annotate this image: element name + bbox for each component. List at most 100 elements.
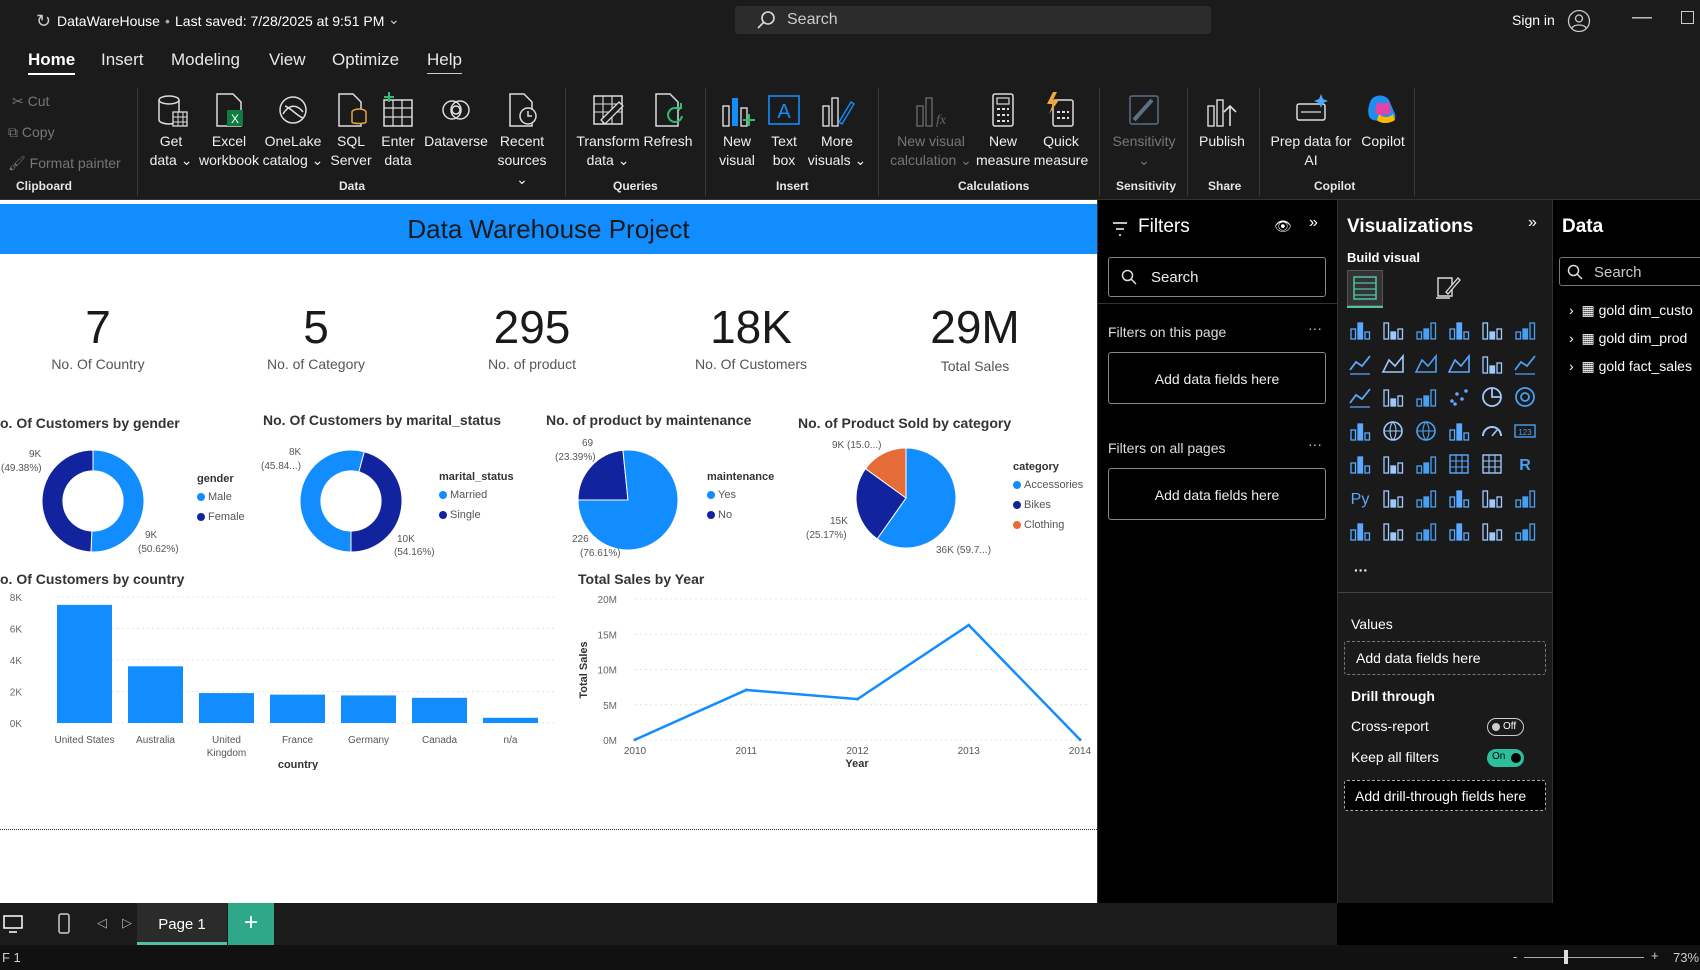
stacked-bar-visual-icon[interactable] [1348, 318, 1372, 342]
tab-modeling[interactable]: Modeling [171, 50, 240, 70]
scatter-visual-icon[interactable] [1447, 385, 1471, 409]
new-measure-button[interactable]: New measure [976, 92, 1030, 170]
file-name[interactable]: DataWareHouse [57, 13, 160, 29]
bar-germany[interactable] [341, 695, 396, 723]
python-visual-icon[interactable]: Py [1348, 486, 1372, 510]
zoom-out-icon[interactable]: - [1513, 949, 1517, 964]
cut-button[interactable]: ✂ Cut [12, 93, 49, 110]
bar-australia[interactable] [128, 666, 183, 723]
data-point-2013[interactable] [967, 623, 971, 627]
decomposition-visual-icon[interactable] [1414, 486, 1438, 510]
bar-chart-country[interactable]: 0K 2K 4K 6K 8K United States Australia United Ki… [0, 590, 580, 770]
data-search-input[interactable]: Search [1559, 257, 1700, 286]
refresh-button[interactable]: Refresh [642, 92, 694, 151]
data-point-2014[interactable] [1078, 738, 1082, 742]
donut-visual-icon[interactable] [1513, 385, 1537, 409]
copy-button[interactable]: ⧉ Copy [8, 124, 55, 141]
onelake-catalog-button[interactable]: OneLake catalog ⌄ [262, 92, 324, 170]
copilot-button[interactable]: Copilot [1357, 92, 1409, 151]
slicer-visual-icon[interactable] [1414, 452, 1438, 476]
data-table-fact-sales[interactable]: › ▦ gold fact_sales [1569, 358, 1692, 375]
desktop-view-icon[interactable] [2, 913, 24, 935]
ribbon-visual-icon[interactable] [1447, 352, 1471, 376]
format-visual-tab[interactable] [1430, 270, 1466, 306]
maximize-icon[interactable] [1681, 11, 1694, 24]
zoom-in-icon[interactable]: + [1651, 948, 1659, 963]
more-options-icon[interactable]: ··· [1308, 436, 1322, 452]
legend-category[interactable]: category Accessories Bikes Clothing [1013, 461, 1083, 539]
drill-through-drop-zone[interactable]: Add drill-through fields here [1344, 780, 1546, 811]
donut-chart-marital-status[interactable] [300, 450, 402, 552]
tab-insert[interactable]: Insert [101, 50, 144, 70]
build-visual-tab[interactable] [1347, 270, 1383, 306]
trophy-visual-icon[interactable] [1513, 486, 1537, 510]
previous-page-icon[interactable]: ◁ [97, 915, 107, 931]
legend-item-bikes[interactable]: Bikes [1013, 499, 1083, 511]
page-tab-page-1[interactable]: Page 1 [137, 903, 227, 945]
quick-measure-button[interactable]: Quick measure [1032, 92, 1090, 170]
metrics-visual-icon[interactable] [1447, 519, 1471, 543]
waterfall-visual-icon[interactable] [1480, 352, 1504, 376]
zoom-slider[interactable] [1524, 957, 1644, 958]
filters-all-drop-zone[interactable]: Add data fields here [1108, 468, 1326, 520]
get-data-button[interactable]: Get data ⌄ [145, 92, 197, 170]
clustered-bar-visual-icon[interactable] [1414, 318, 1438, 342]
recent-sources-button[interactable]: Recent sources ⌄ [490, 92, 554, 189]
text-box-button[interactable]: A Text box [762, 92, 806, 170]
pie-chart-maintenance[interactable] [578, 450, 678, 550]
card-visual-icon[interactable]: 123 [1513, 419, 1537, 443]
legend-gender[interactable]: gender Male Female [197, 473, 245, 531]
diamond-visual-icon[interactable] [1480, 519, 1504, 543]
line-visual-icon[interactable] [1348, 352, 1372, 376]
legend-item-clothing[interactable]: Clothing [1013, 519, 1083, 531]
avatar-icon[interactable] [1567, 9, 1591, 33]
table-visual-icon[interactable] [1447, 452, 1471, 476]
legend-item-married[interactable]: Married [439, 489, 514, 501]
pie-visual-icon[interactable] [1480, 385, 1504, 409]
legend-marital-status[interactable]: marital_status Married Single [439, 471, 514, 529]
format-painter-button[interactable]: 🖌 Format painter [8, 155, 121, 172]
data-point-2010[interactable] [633, 738, 637, 742]
kpi-card-total-sales[interactable]: 29M Total Sales [875, 300, 1075, 374]
prep-data-for-ai-button[interactable]: Prep data for AI [1265, 92, 1357, 170]
pie-chart-category[interactable] [856, 448, 956, 548]
chevron-right-icon[interactable]: › [1569, 330, 1574, 346]
chevron-right-icon[interactable]: › [1569, 302, 1574, 318]
series-line-total-sales[interactable] [634, 623, 1081, 741]
new-visual-calculation-button[interactable]: fx New visual calculation ⌄ [886, 92, 976, 170]
qa-visual-icon[interactable] [1447, 486, 1471, 510]
minimize-icon[interactable]: — [1632, 6, 1652, 29]
legend-item-male[interactable]: Male [197, 491, 245, 503]
search-input[interactable]: Search [735, 6, 1211, 34]
tab-home[interactable]: Home [28, 50, 76, 75]
enter-data-button[interactable]: Enter data [374, 92, 422, 170]
chevron-visual-icon[interactable] [1513, 519, 1537, 543]
excel-workbook-button[interactable]: X Excel workbook [196, 92, 262, 170]
legend-item-single[interactable]: Single [439, 509, 514, 521]
eye-icon[interactable]: 👁 [1274, 218, 1292, 235]
dataverse-button[interactable]: Dataverse [422, 92, 490, 151]
keep-all-filters-toggle[interactable]: On [1487, 749, 1524, 767]
cross-report-toggle[interactable]: Off [1487, 718, 1524, 736]
treemap-visual-icon[interactable] [1348, 419, 1372, 443]
matrix-visual-icon[interactable] [1480, 452, 1504, 476]
kpi-card-category[interactable]: 5 No. of Category [216, 300, 416, 372]
multi-row-card-visual-icon[interactable] [1348, 452, 1372, 476]
add-page-button[interactable]: + [228, 903, 274, 945]
100-bar-visual-icon[interactable] [1480, 318, 1504, 342]
filled-map-visual-icon[interactable] [1414, 419, 1438, 443]
sign-in-link[interactable]: Sign in [1512, 12, 1555, 28]
bar-n-a[interactable] [483, 717, 538, 723]
legend-item-female[interactable]: Female [197, 511, 245, 523]
area-visual-icon[interactable] [1381, 352, 1405, 376]
100-column-visual-icon[interactable] [1513, 318, 1537, 342]
sql-server-button[interactable]: SQL Server [328, 92, 374, 170]
data-point-2012[interactable] [856, 697, 859, 701]
report-canvas[interactable]: Data Warehouse Project 7 No. Of Country 5… [0, 200, 1097, 903]
gauge-visual-icon[interactable] [1480, 419, 1504, 443]
kpi-card-product[interactable]: 295 No. of product [432, 300, 632, 372]
sensitivity-button[interactable]: Sensitivity ⌄ [1106, 92, 1182, 170]
tab-help[interactable]: Help [427, 50, 462, 74]
bar-united-states[interactable] [57, 604, 112, 723]
clustered-column-visual-icon[interactable] [1447, 318, 1471, 342]
